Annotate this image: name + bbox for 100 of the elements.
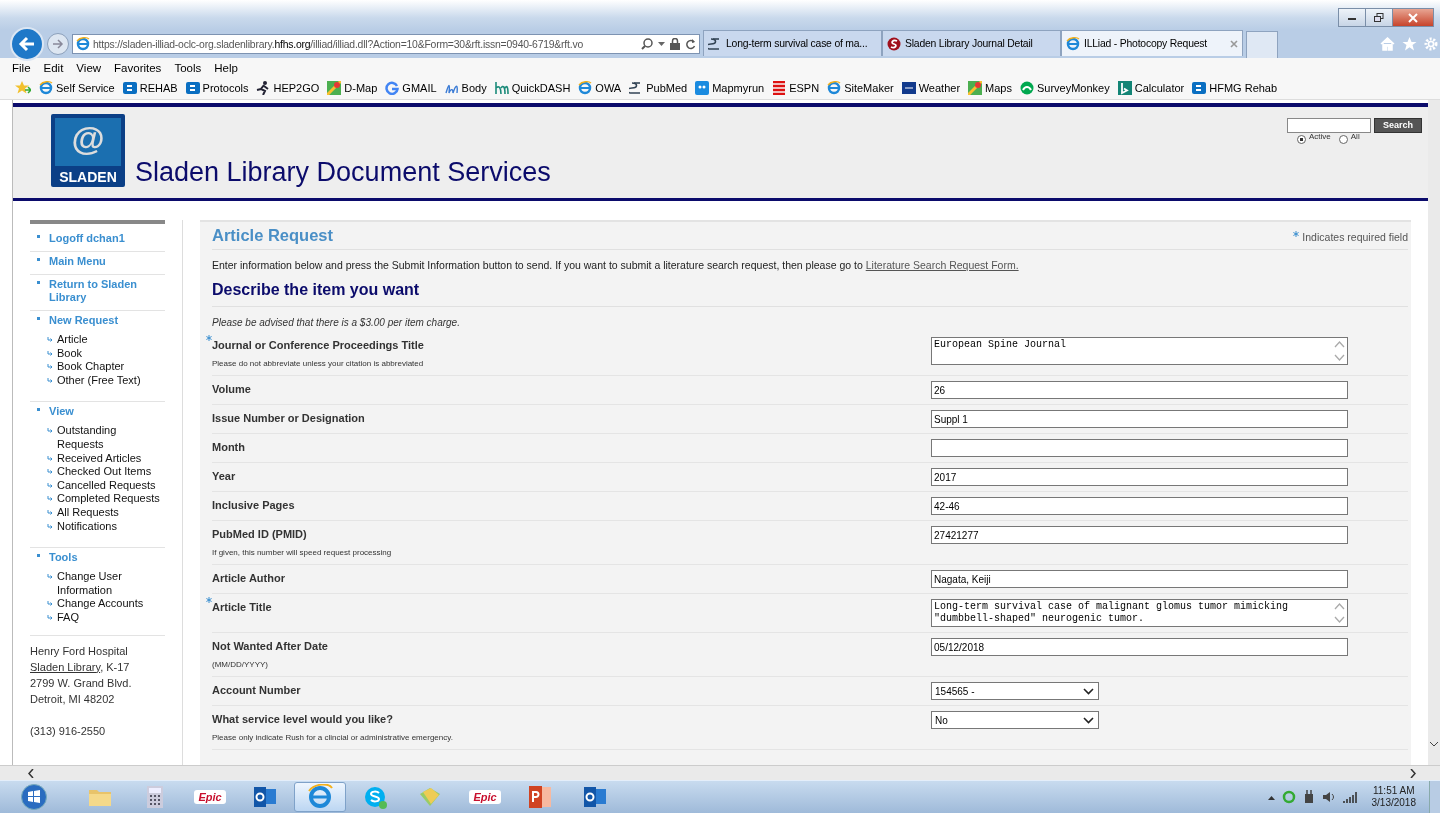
favorites-star-icon[interactable] xyxy=(15,81,31,95)
field-label: Month xyxy=(212,440,245,455)
dropdown[interactable]: No xyxy=(931,711,1099,729)
chevron-up-icon[interactable] xyxy=(1267,794,1275,800)
favorite-link[interactable]: REHAB xyxy=(122,81,178,95)
favorite-link[interactable]: Weather xyxy=(901,81,961,95)
arrow-icon xyxy=(47,455,53,462)
taskbar-app[interactable]: Epic xyxy=(459,782,511,812)
input-field[interactable]: 2017 xyxy=(931,468,1348,486)
address-bar[interactable]: https://sladen-illiad-oclc-org.sladenlibrary.hfhs.org/illiad/illiad.dll?Action=10&Form=30&rft.issn=0940-6719&rft.vo xyxy=(72,34,700,54)
field-hint: Please do not abbreviate unless your citation is abbreviated xyxy=(212,358,425,370)
menu-item[interactable]: Help xyxy=(214,61,238,74)
favorite-link[interactable]: Calculator xyxy=(1117,81,1185,95)
scroll-down-icon[interactable] xyxy=(1430,742,1438,747)
menu-item[interactable]: Tools xyxy=(174,61,202,74)
search-field[interactable] xyxy=(1287,118,1371,133)
sidebar-item[interactable]: Article xyxy=(57,333,88,347)
clock[interactable]: 11:51 AM 3/13/2018 xyxy=(1371,785,1416,809)
scroll-arrows-icon xyxy=(1334,601,1345,625)
dropdown[interactable]: 154565 - xyxy=(931,682,1099,700)
favorite-link[interactable]: Self Service xyxy=(39,81,115,95)
scroll-right-icon[interactable] xyxy=(1410,768,1416,778)
star-icon[interactable] xyxy=(1402,37,1417,51)
taskbar-app[interactable] xyxy=(294,782,346,812)
arrow-icon xyxy=(47,469,53,476)
search-icon[interactable] xyxy=(641,38,653,50)
favorite-link[interactable]: OWA xyxy=(578,81,622,95)
browser-tab[interactable]: Long-term survival case of ma... xyxy=(703,30,882,56)
sidebar-item[interactable]: Received Articles xyxy=(57,451,142,466)
sidebar-link[interactable]: Return to Sladen Library xyxy=(49,278,165,304)
horizontal-scrollbar[interactable] xyxy=(0,765,1440,780)
sidebar-link[interactable]: Tools xyxy=(49,551,78,565)
favorite-link[interactable]: GMAIL xyxy=(385,81,437,95)
input-field[interactable]: 27421277 xyxy=(931,526,1348,544)
scroll-left-icon[interactable] xyxy=(28,768,34,778)
favorite-link[interactable]: PubMed xyxy=(629,81,688,95)
favorite-link[interactable]: SurveyMonkey xyxy=(1019,81,1110,95)
menu-item[interactable]: Edit xyxy=(43,61,64,74)
arrow-icon xyxy=(47,574,53,581)
sidebar-item[interactable]: Completed Requests xyxy=(57,492,160,506)
input-field[interactable]: 05/12/2018 xyxy=(931,638,1348,656)
vertical-scrollbar[interactable] xyxy=(1428,100,1440,765)
menu-item[interactable]: File xyxy=(12,61,31,74)
scope-radio[interactable] xyxy=(1297,135,1306,144)
power-plug-icon[interactable] xyxy=(1302,790,1315,804)
refresh-icon[interactable] xyxy=(685,38,696,50)
favorite-link[interactable]: HFMG Rehab xyxy=(1192,81,1278,95)
restore-button[interactable] xyxy=(1365,8,1393,27)
input-field[interactable]: 42-46 xyxy=(931,497,1348,515)
scope-radio[interactable] xyxy=(1338,135,1348,144)
input-field[interactable] xyxy=(931,439,1348,457)
dropdown-icon[interactable] xyxy=(658,42,665,46)
search-button[interactable]: Search xyxy=(1374,118,1422,133)
taskbar-app[interactable]: Epic xyxy=(184,782,236,812)
input-field[interactable]: Suppl 1 xyxy=(931,410,1348,428)
favorite-link[interactable]: D-Map xyxy=(327,81,378,95)
sidebar-item[interactable]: All Requests xyxy=(57,505,119,520)
favorite-link[interactable]: ESPN xyxy=(772,81,820,95)
sidebar-item[interactable]: Other (Free Text) xyxy=(57,373,141,388)
field-label: Volume xyxy=(212,382,251,397)
menu-item[interactable]: View xyxy=(76,61,102,74)
input-field[interactable]: Nagata, Keiji xyxy=(931,570,1348,588)
sidebar-item[interactable]: Checked Out Items xyxy=(57,465,152,479)
favorite-link[interactable]: HEP2GO xyxy=(256,81,320,95)
sidebar-link[interactable]: View xyxy=(49,405,74,419)
browser-tab[interactable]: Sladen Library Journal Detail xyxy=(882,30,1061,56)
signal-icon[interactable] xyxy=(1342,791,1357,803)
arrow-icon xyxy=(47,377,53,384)
close-button[interactable] xyxy=(1392,8,1434,27)
favorite-link[interactable]: SiteMaker xyxy=(827,81,894,95)
menu-item[interactable]: Favorites xyxy=(114,61,162,74)
swirl-icon xyxy=(887,36,901,51)
favorite-link[interactable]: Protocols xyxy=(185,81,249,95)
sidebar-item[interactable]: FAQ xyxy=(57,610,79,625)
sidebar-item[interactable]: Outstanding Requests xyxy=(57,424,165,452)
sidebar-item[interactable]: Book Chapter xyxy=(57,360,125,374)
sidebar-item[interactable]: Change Accounts xyxy=(57,597,144,611)
sidebar-item[interactable]: Book xyxy=(57,346,83,361)
text-area[interactable]: Long-term survival case of malignant glomus tumor mimicking "dumbbell-shaped" neurogenic tumor. xyxy=(931,599,1348,627)
text-area[interactable]: European Spine Journal xyxy=(931,337,1348,365)
favorite-link[interactable]: QuickDASH xyxy=(494,81,571,95)
sidebar-item[interactable]: Notifications xyxy=(57,519,117,534)
sidebar-link[interactable]: Main Menu xyxy=(49,255,106,268)
minimize-button[interactable] xyxy=(1338,8,1366,27)
close-icon[interactable] xyxy=(1230,39,1238,48)
close-icon xyxy=(1408,12,1418,23)
ie-icon xyxy=(827,81,842,95)
favorite-link[interactable]: Body xyxy=(444,81,487,95)
bullet-icon xyxy=(37,317,40,320)
field-label: Not Wanted After Date xyxy=(212,639,328,654)
sidebar-item[interactable]: Change User Information xyxy=(57,570,165,598)
sidebar-item[interactable]: Cancelled Requests xyxy=(57,478,156,493)
favorite-link[interactable]: Maps xyxy=(968,81,1012,95)
sidebar-link[interactable]: New Request xyxy=(49,314,119,327)
literature-search-link[interactable]: Literature Search Request Form. xyxy=(865,259,1019,271)
back-button[interactable] xyxy=(10,27,44,61)
browser-tab[interactable]: ILLiad - Photocopy Request xyxy=(1061,30,1243,56)
input-field[interactable]: 26 xyxy=(931,381,1348,399)
speaker-icon[interactable] xyxy=(1321,791,1336,803)
favorite-link[interactable]: Mapmyrun xyxy=(695,81,765,95)
